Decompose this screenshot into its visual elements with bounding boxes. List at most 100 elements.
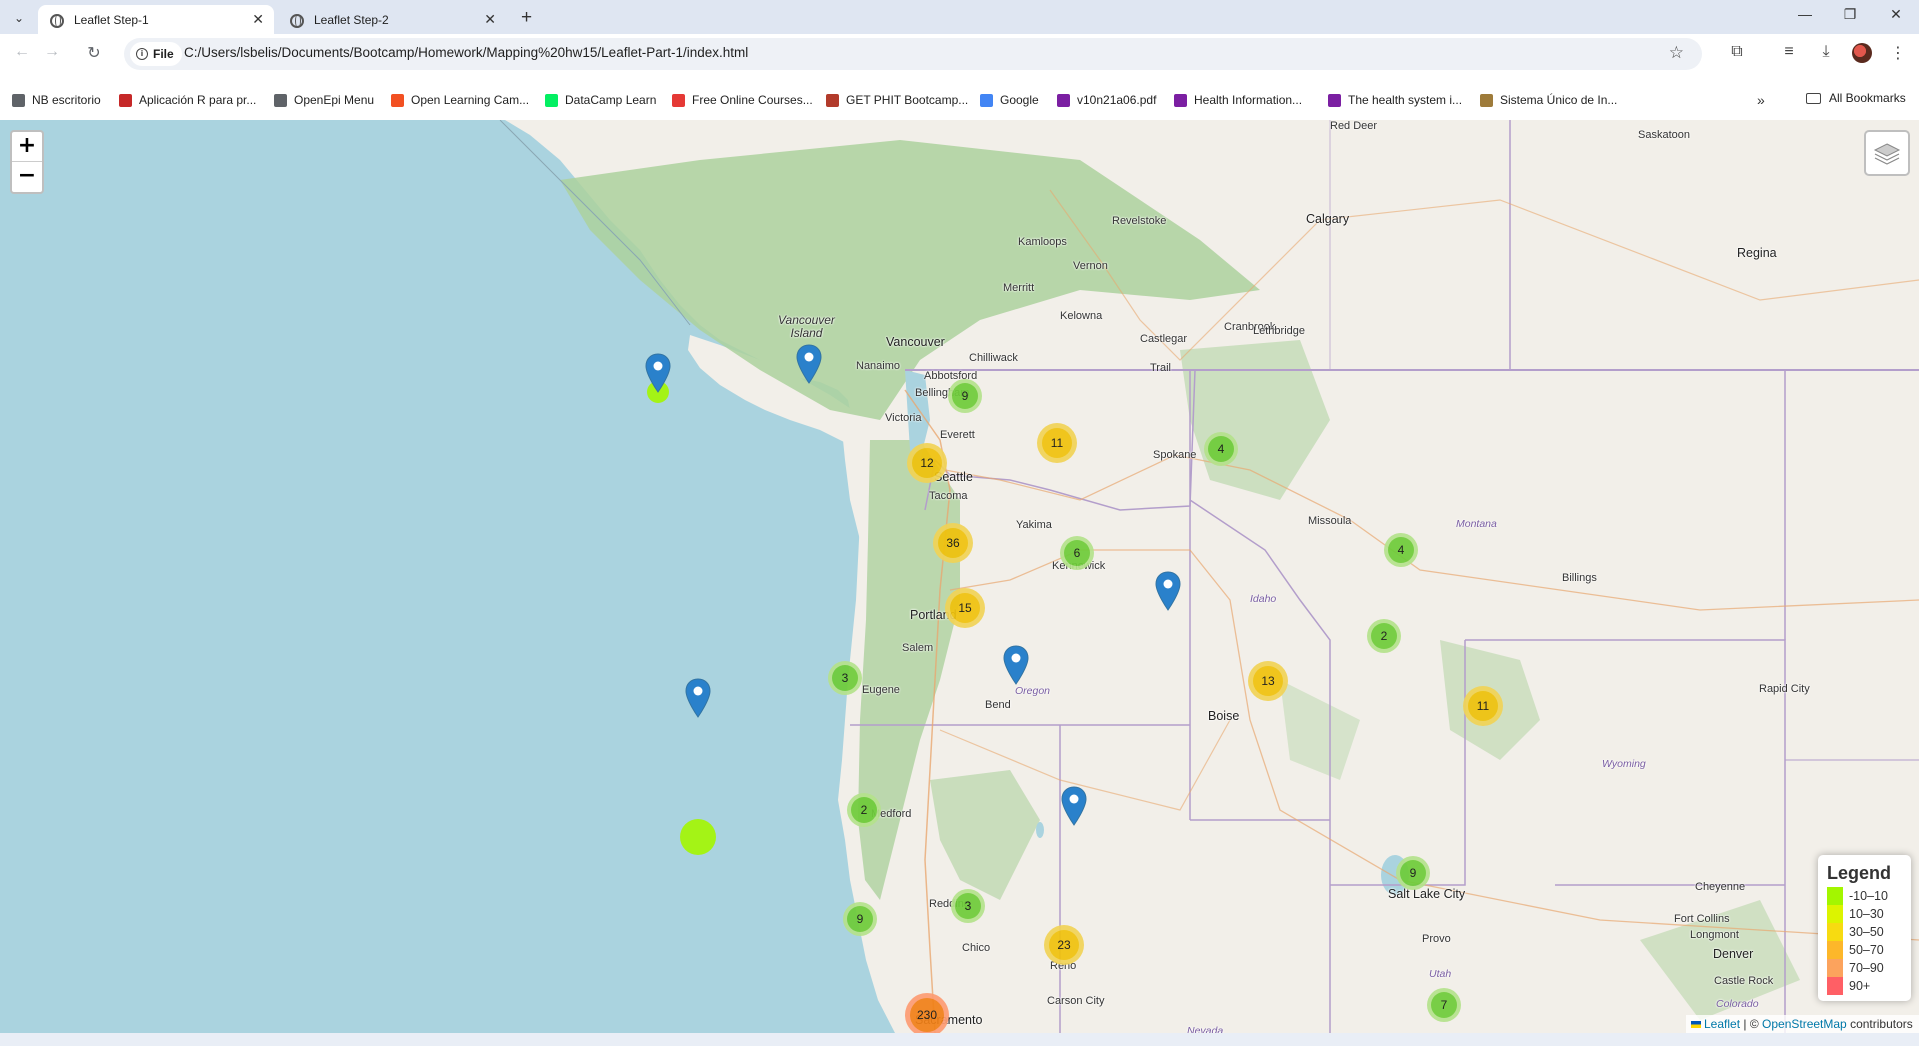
- place-label-revelstoke: Revelstoke: [1112, 215, 1167, 227]
- marker-cluster[interactable]: 12: [907, 443, 947, 483]
- more-bookmarks-chevron-icon[interactable]: »: [1757, 92, 1765, 108]
- place-label-boise: Boise: [1208, 709, 1240, 723]
- site-info-label: File: [153, 47, 174, 61]
- place-label-lethbridge: Lethbridge: [1253, 325, 1305, 337]
- close-tab-icon[interactable]: ✕: [252, 11, 264, 28]
- marker-cluster[interactable]: 4: [1204, 432, 1238, 466]
- marker-cluster[interactable]: 15: [945, 588, 985, 628]
- bookmark-item[interactable]: Sistema Único de In...: [1480, 91, 1617, 109]
- legend-item: 90+: [1827, 977, 1902, 995]
- leaflet-link[interactable]: Leaflet: [1704, 1017, 1740, 1031]
- map-marker-icon[interactable]: [685, 678, 711, 718]
- bookmark-item[interactable]: Open Learning Cam...: [391, 91, 529, 109]
- place-label-salem: Salem: [902, 642, 934, 654]
- reload-button[interactable]: ↻: [84, 43, 104, 63]
- bookmark-item[interactable]: The health system i...: [1328, 91, 1462, 109]
- marker-cluster[interactable]: 3: [828, 661, 862, 695]
- layers-control-button[interactable]: [1864, 130, 1910, 176]
- legend-title: Legend: [1827, 863, 1892, 883]
- downloads-icon[interactable]: ⤓: [1815, 43, 1837, 61]
- profile-avatar[interactable]: [1852, 43, 1872, 63]
- legend-label: -10–10: [1849, 889, 1888, 903]
- marker-cluster[interactable]: 11: [1463, 686, 1503, 726]
- attribution: Leaflet | © OpenStreetMap contributors: [1686, 1015, 1919, 1033]
- forward-button[interactable]: →: [42, 43, 62, 61]
- marker-cluster[interactable]: 36: [933, 523, 973, 563]
- bookmark-label: Free Online Courses...: [692, 93, 813, 107]
- marker-cluster[interactable]: 2: [847, 793, 881, 827]
- cluster-count: 9: [952, 383, 978, 409]
- extensions-icon[interactable]: ⧉: [1726, 43, 1748, 61]
- bookmark-item[interactable]: GET PHIT Bootcamp...: [826, 91, 968, 109]
- bookmark-item[interactable]: Google: [980, 91, 1039, 109]
- bookmark-favicon-icon: [274, 93, 287, 107]
- cluster-count: 7: [1431, 992, 1457, 1018]
- place-label-cheyenne: Cheyenne: [1695, 881, 1746, 893]
- zoom-out-button[interactable]: −: [12, 162, 42, 192]
- place-label-salt-lake-city: Salt Lake City: [1388, 887, 1466, 901]
- place-label-nanaimo: Nanaimo: [856, 360, 901, 372]
- layers-icon: [1873, 143, 1901, 165]
- bookmark-star-icon[interactable]: ☆: [1669, 43, 1684, 63]
- cluster-count: 230: [910, 998, 944, 1032]
- place-label-castlegar: Castlegar: [1140, 333, 1188, 345]
- marker-cluster[interactable]: 7: [1427, 988, 1461, 1022]
- bookmark-label: v10n21a06.pdf: [1077, 93, 1157, 107]
- site-info-chip[interactable]: i File: [130, 42, 182, 66]
- osm-link[interactable]: OpenStreetMap: [1762, 1017, 1847, 1031]
- marker-cluster[interactable]: 9: [948, 379, 982, 413]
- map-marker-icon[interactable]: [1155, 571, 1181, 611]
- address-bar[interactable]: i File C:/Users/lsbelis/Documents/Bootca…: [124, 38, 1702, 70]
- bookmark-item[interactable]: DataCamp Learn: [545, 91, 656, 109]
- marker-cluster[interactable]: 13: [1248, 661, 1288, 701]
- bookmark-item[interactable]: OpenEpi Menu: [274, 91, 374, 109]
- back-button[interactable]: ←: [12, 43, 32, 61]
- bookmarks-bar: NB escritorio Aplicación R para pr... Op…: [0, 87, 1919, 113]
- leaflet-map[interactable]: Red Deer Saskatoon Calgary Regina Revelstoke…: [0, 120, 1919, 1033]
- map-marker-icon[interactable]: [1061, 786, 1087, 826]
- marker-cluster[interactable]: 11: [1037, 423, 1077, 463]
- marker-cluster[interactable]: 2: [1367, 619, 1401, 653]
- media-controls-icon[interactable]: ≡: [1778, 43, 1800, 61]
- tab-search-chevron-icon[interactable]: ⌄: [8, 8, 30, 28]
- close-tab-icon[interactable]: ✕: [484, 11, 496, 28]
- cluster-count: 2: [851, 797, 877, 823]
- place-label-denver: Denver: [1713, 947, 1754, 961]
- marker-cluster[interactable]: 23: [1044, 925, 1084, 965]
- place-label-longmont: Longmont: [1690, 929, 1739, 941]
- bookmark-favicon-icon: [1174, 93, 1187, 107]
- map-marker-icon[interactable]: [645, 353, 671, 393]
- marker-cluster[interactable]: 6: [1060, 536, 1094, 570]
- earthquake-circle[interactable]: [680, 819, 716, 855]
- menu-kebab-icon[interactable]: ⋮: [1887, 43, 1909, 63]
- url-text[interactable]: C:/Users/lsbelis/Documents/Bootcamp/Home…: [184, 45, 748, 60]
- bookmark-favicon-icon: [1480, 93, 1493, 107]
- place-label-idaho: Idaho: [1250, 593, 1277, 605]
- zoom-in-button[interactable]: +: [12, 132, 42, 162]
- bookmark-item[interactable]: Health Information...: [1174, 91, 1302, 109]
- marker-cluster[interactable]: 3: [951, 889, 985, 923]
- restore-button[interactable]: ❐: [1838, 6, 1862, 23]
- marker-cluster[interactable]: 4: [1384, 533, 1418, 567]
- cluster-count: 36: [938, 528, 968, 558]
- new-tab-button[interactable]: +: [521, 7, 532, 29]
- place-label-billings: Billings: [1562, 572, 1597, 584]
- all-bookmarks-button[interactable]: All Bookmarks: [1806, 91, 1906, 105]
- bookmark-item[interactable]: NB escritorio: [12, 91, 101, 109]
- marker-cluster[interactable]: 9: [1396, 856, 1430, 890]
- close-window-button[interactable]: ✕: [1884, 6, 1908, 23]
- bookmark-label: DataCamp Learn: [565, 93, 657, 107]
- bookmark-label: Google: [1000, 93, 1039, 107]
- map-marker-icon[interactable]: [796, 344, 822, 384]
- bookmark-item[interactable]: Free Online Courses...: [672, 91, 813, 109]
- marker-cluster[interactable]: 230: [905, 993, 949, 1033]
- map-marker-icon[interactable]: [1003, 645, 1029, 685]
- bookmark-item[interactable]: Aplicación R para pr...: [119, 91, 256, 109]
- minimize-button[interactable]: —: [1793, 6, 1817, 22]
- cluster-count: 11: [1042, 428, 1072, 458]
- bookmark-item[interactable]: v10n21a06.pdf: [1057, 91, 1156, 109]
- legend-swatch: [1827, 977, 1843, 995]
- legend-label: 10–30: [1849, 907, 1884, 921]
- place-label-utah: Utah: [1429, 968, 1452, 980]
- marker-cluster[interactable]: 9: [843, 902, 877, 936]
